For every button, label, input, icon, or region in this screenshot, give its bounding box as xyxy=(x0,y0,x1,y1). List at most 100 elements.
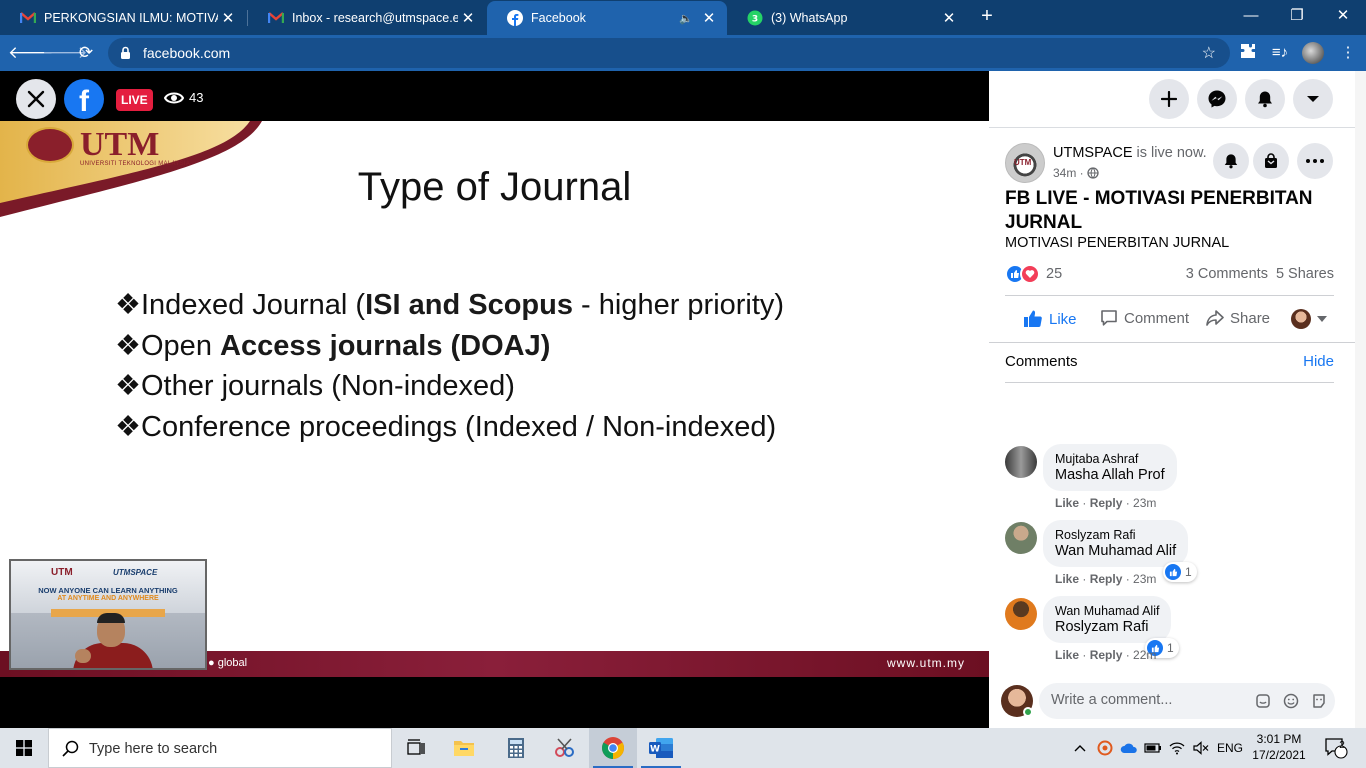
commenter-avatar[interactable] xyxy=(1005,446,1037,478)
reactions-summary[interactable]: 25 xyxy=(1005,264,1062,284)
tab-facebook[interactable]: Facebook 🔈 ✕ xyxy=(487,1,727,35)
comment-time[interactable]: 23m xyxy=(1133,496,1156,510)
commenter-avatar[interactable] xyxy=(1005,598,1037,630)
comment-like-link[interactable]: Like xyxy=(1055,648,1079,662)
commenter-name[interactable]: Wan Muhamad Alif xyxy=(1055,604,1159,618)
back-button[interactable]: 🡐 xyxy=(8,41,54,65)
media-control-icon[interactable]: ≡♪ xyxy=(1270,43,1290,63)
tab-title: Inbox - research@utmspace.edu.my xyxy=(292,11,458,25)
live-video-player[interactable]: f LIVE 43 UTM UNIVERSITI TEKNOLOGI MALAY… xyxy=(0,71,989,728)
snipping-tool-button[interactable] xyxy=(541,728,589,768)
comment-meta: Like · Reply · 22m xyxy=(1055,648,1157,662)
forward-button[interactable]: 🡒 xyxy=(42,41,88,65)
close-tab-icon[interactable]: ✕ xyxy=(218,9,238,27)
online-status-dot xyxy=(1023,707,1033,717)
chrome-taskbar-button[interactable] xyxy=(589,728,637,768)
tab-inbox[interactable]: Inbox - research@utmspace.edu.my ✕ xyxy=(248,1,486,35)
show-hidden-icons-button[interactable] xyxy=(1068,728,1092,768)
comment-meta: Like · Reply · 23m xyxy=(1055,572,1157,586)
tab-perkongsian[interactable]: PERKONGSIAN ILMU: MOTIVASI PENERBITAN ✕ xyxy=(0,1,246,35)
facebook-logo-icon[interactable]: f xyxy=(64,79,104,119)
tab-whatsapp[interactable]: 3 (3) WhatsApp ✕ xyxy=(727,1,967,35)
comment-time[interactable]: 23m xyxy=(1133,572,1156,586)
notifications-button[interactable] xyxy=(1245,79,1285,119)
antivirus-tray-icon[interactable] xyxy=(1094,728,1116,768)
shares-count-link[interactable]: 5 Shares xyxy=(1276,266,1334,282)
address-bar[interactable]: facebook.com ☆ xyxy=(108,38,1230,68)
wifi-tray-icon[interactable] xyxy=(1166,728,1188,768)
sticker-icon[interactable] xyxy=(1253,691,1273,711)
hide-comments-link[interactable]: Hide xyxy=(1303,353,1334,370)
presenter-camera-pip: UTM UTMSPACE NOW ANYONE CAN LEARN ANYTHI… xyxy=(9,559,207,670)
calculator-button[interactable] xyxy=(492,728,540,768)
taskbar-clock[interactable]: 3:01 PM 17/2/2021 xyxy=(1247,731,1311,763)
page-name-link[interactable]: UTMSPACE xyxy=(1053,145,1133,161)
messenger-button[interactable] xyxy=(1197,79,1237,119)
volume-muted-tray-icon[interactable] xyxy=(1190,728,1212,768)
gmail-icon xyxy=(268,10,284,26)
comment-reply-link[interactable]: Reply xyxy=(1090,648,1123,662)
create-button[interactable] xyxy=(1149,79,1189,119)
close-video-button[interactable] xyxy=(16,79,56,119)
follow-notifications-button[interactable] xyxy=(1213,143,1249,179)
comment-input[interactable]: Write a comment... xyxy=(1039,683,1335,719)
page-avatar[interactable]: UTM xyxy=(1005,143,1045,183)
notification-count: 2 xyxy=(1339,740,1345,751)
onedrive-tray-icon[interactable] xyxy=(1118,728,1140,768)
input-language-indicator[interactable]: ENG xyxy=(1214,728,1246,768)
new-tab-button[interactable]: + xyxy=(976,5,998,27)
file-explorer-button[interactable] xyxy=(440,728,488,768)
maximize-button[interactable]: ❐ xyxy=(1274,3,1320,29)
profile-avatar[interactable] xyxy=(1302,42,1324,64)
lock-icon[interactable] xyxy=(120,46,131,65)
avatar-sticker-icon[interactable] xyxy=(1309,691,1329,711)
shop-button[interactable] xyxy=(1253,143,1289,179)
plus-icon xyxy=(1161,91,1177,107)
minimize-button[interactable]: — xyxy=(1228,3,1274,29)
snipping-tool-icon xyxy=(555,738,574,757)
post-title: FB LIVE - MOTIVASI PENERBITAN JURNAL xyxy=(1005,188,1313,233)
start-button[interactable] xyxy=(0,728,48,768)
close-tab-icon[interactable]: ✕ xyxy=(939,9,959,27)
tab-title: PERKONGSIAN ILMU: MOTIVASI PENERBITAN xyxy=(44,11,218,25)
close-tab-icon[interactable]: ✕ xyxy=(699,9,719,27)
comment-button[interactable]: Comment xyxy=(1100,309,1189,327)
comment-bubble: Wan Muhamad Alif Roslyzam Rafi xyxy=(1043,596,1172,643)
reload-button[interactable]: ⟳ xyxy=(74,41,98,65)
word-taskbar-button[interactable]: W xyxy=(637,728,685,768)
comment-like-badge[interactable]: 1 xyxy=(1163,562,1197,582)
like-button[interactable]: Like xyxy=(1023,309,1077,329)
comment-like-link[interactable]: Like xyxy=(1055,496,1079,510)
chrome-menu-icon[interactable]: ⋮ xyxy=(1338,43,1358,63)
close-window-button[interactable]: ✕ xyxy=(1320,3,1366,29)
comment-reply-link[interactable]: Reply xyxy=(1090,496,1123,510)
post-options-button[interactable] xyxy=(1297,143,1333,179)
extensions-icon[interactable] xyxy=(1238,43,1258,63)
utm-logo: UTM UNIVERSITI TEKNOLOGI MALAYSIA xyxy=(26,126,190,167)
account-menu-button[interactable] xyxy=(1293,79,1333,119)
bookmark-star-icon[interactable]: ☆ xyxy=(1202,43,1216,63)
speaker-icon[interactable]: 🔈 xyxy=(679,12,693,25)
live-badge: LIVE xyxy=(116,89,153,111)
commenter-avatar[interactable] xyxy=(1005,522,1037,554)
taskbar-search-box[interactable]: Type here to search xyxy=(48,728,392,768)
close-tab-icon[interactable]: ✕ xyxy=(458,9,478,27)
battery-tray-icon[interactable] xyxy=(1142,728,1164,768)
caret-down-icon xyxy=(1307,96,1319,102)
emoji-icon[interactable] xyxy=(1281,691,1301,711)
share-button[interactable]: Share xyxy=(1206,309,1270,327)
comment-time[interactable]: 22m xyxy=(1133,648,1156,662)
task-view-button[interactable] xyxy=(392,728,440,768)
folder-icon xyxy=(454,741,474,756)
comments-count-link[interactable]: 3 Comments xyxy=(1186,266,1268,282)
reaction-avatar-selector[interactable] xyxy=(1291,309,1327,329)
caret-down-icon xyxy=(1317,316,1327,322)
commenter-name[interactable]: Mujtaba Ashraf xyxy=(1055,452,1165,466)
action-center-button[interactable]: 2 xyxy=(1318,728,1354,768)
panel-scrollbar[interactable] xyxy=(1355,71,1366,728)
comment-like-link[interactable]: Like xyxy=(1055,572,1079,586)
comment-reply-link[interactable]: Reply xyxy=(1090,572,1123,586)
pip-utmspace-text: UTMSPACE xyxy=(113,568,158,577)
utm-logo-word: UTM xyxy=(80,126,160,163)
commenter-name[interactable]: Roslyzam Rafi xyxy=(1055,528,1176,542)
